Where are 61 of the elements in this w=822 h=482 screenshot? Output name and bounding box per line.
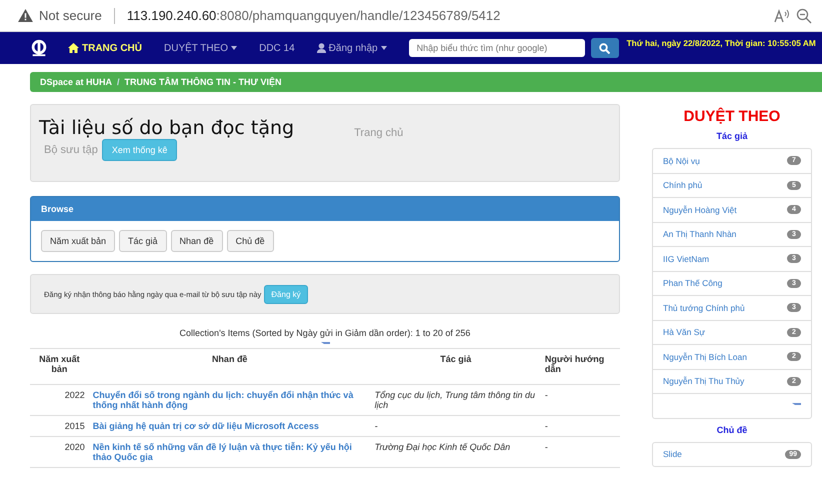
- column-header: Người hướng dẫn: [540, 348, 620, 384]
- table-caption: Collection's Items (Sorted by Ngày gửi in Giảm dần order): 1 to 20 of 256: [178, 328, 472, 338]
- user-icon: [316, 43, 326, 53]
- caret-icon: [231, 46, 238, 50]
- table-cell: -: [540, 436, 620, 468]
- sidebar-heading: Chủ đề: [716, 424, 748, 434]
- title-link[interactable]: Bài giảng hệ quản trị cơ sở dữ liệu Microsoft Access: [92, 421, 367, 431]
- table-cell: -: [370, 416, 541, 436]
- zoom-out-icon[interactable]: [796, 8, 812, 24]
- breadcrumb-link[interactable]: DSpace at HUHA: [40, 77, 112, 87]
- item-label: An Thị Thanh Nhàn: [663, 229, 736, 240]
- column-header: Tác giả: [370, 348, 541, 384]
- table-cell: 2022: [30, 384, 89, 416]
- table-cell: 2015: [30, 416, 89, 436]
- warning-icon: [18, 9, 33, 22]
- item-label: Thủ tướng Chính phủ: [663, 302, 745, 313]
- table-cell: Tổng cục du lịch, Trung tâm thông tin du lịch: [370, 384, 541, 416]
- table-cell: 2020: [30, 436, 89, 468]
- item-label: Bộ Nội vụ: [663, 156, 700, 166]
- column-header: Năm xuất bản: [30, 348, 89, 384]
- item-label: IIG VietNam: [663, 254, 710, 264]
- sidebar-heading: Tác giả: [715, 131, 748, 141]
- title-link[interactable]: Nền kinh tế số những vấn đề lý luận và thực tiễn: Kỷ yếu hội thảo Quốc gia: [92, 442, 367, 462]
- home-link[interactable]: Trang chủ: [354, 127, 404, 139]
- item-label: Hà Văn Sự: [663, 327, 706, 338]
- sidebar-title: DUYỆT THEO: [682, 108, 782, 125]
- url-text[interactable]: 113.190.240.60:8080/phamquangquyen/handle/123456789/5412: [126, 8, 500, 23]
- search-button[interactable]: [590, 38, 619, 58]
- title-link[interactable]: Chuyển đổi số trong ngành du lịch: chuyển đổi nhận thức và thống nhất hành động: [92, 390, 367, 410]
- table-cell: Trường Đại học Kinh tế Quốc Dân: [370, 436, 541, 468]
- table-cell: -: [540, 384, 620, 416]
- breadcrumb-separator: /: [117, 77, 120, 87]
- browse-button[interactable]: Năm xuất bản: [41, 230, 116, 252]
- item-label: Slide: [663, 449, 682, 460]
- browse-button[interactable]: Chủ đề: [226, 230, 274, 252]
- browse-button[interactable]: Nhan đề: [170, 230, 223, 252]
- item-label: Nguyễn Hoàng Việt: [663, 204, 737, 215]
- table-cell: -: [540, 416, 620, 436]
- column-header: Nhan đề: [88, 348, 371, 384]
- caret-icon: [380, 46, 387, 50]
- nav-link[interactable]: Đăng nhập: [316, 42, 387, 54]
- item-label: Nguyễn Thị Thu Thủy: [663, 376, 744, 386]
- security-label: Not secure: [39, 8, 102, 23]
- item-label: Chính phủ: [663, 180, 702, 190]
- read-aloud-icon[interactable]: [774, 8, 790, 22]
- nav-link[interactable]: TRANG CHỦ: [68, 42, 142, 54]
- sort-icon[interactable]: [320, 342, 330, 347]
- panel-title: Browse: [41, 204, 74, 214]
- logo-icon[interactable]: [30, 39, 48, 57]
- collection-label: Bộ sưu tập: [44, 144, 98, 156]
- collection-title: Tài liệu số do bạn đọc tặng: [39, 117, 294, 139]
- search-field[interactable]: Nhập biểu thức tìm (như google): [408, 39, 585, 57]
- search-icon: [599, 42, 610, 54]
- item-label: Nguyễn Thị Bích Loan: [663, 352, 747, 362]
- nav-link[interactable]: DDC 14: [259, 42, 295, 54]
- date-time-text: Thứ hai, ngày 22/8/2022, Thời gian: 10:55:05 AM: [626, 38, 816, 48]
- home-icon: [68, 43, 79, 53]
- breadcrumb-link[interactable]: TRUNG TÂM THÔNG TIN - THƯ VIỆN: [124, 77, 282, 87]
- item-label: Phan Thế Công: [663, 278, 722, 288]
- browse-button[interactable]: Tác giả: [119, 230, 167, 252]
- nav-link[interactable]: DUYỆT THEO: [164, 42, 238, 54]
